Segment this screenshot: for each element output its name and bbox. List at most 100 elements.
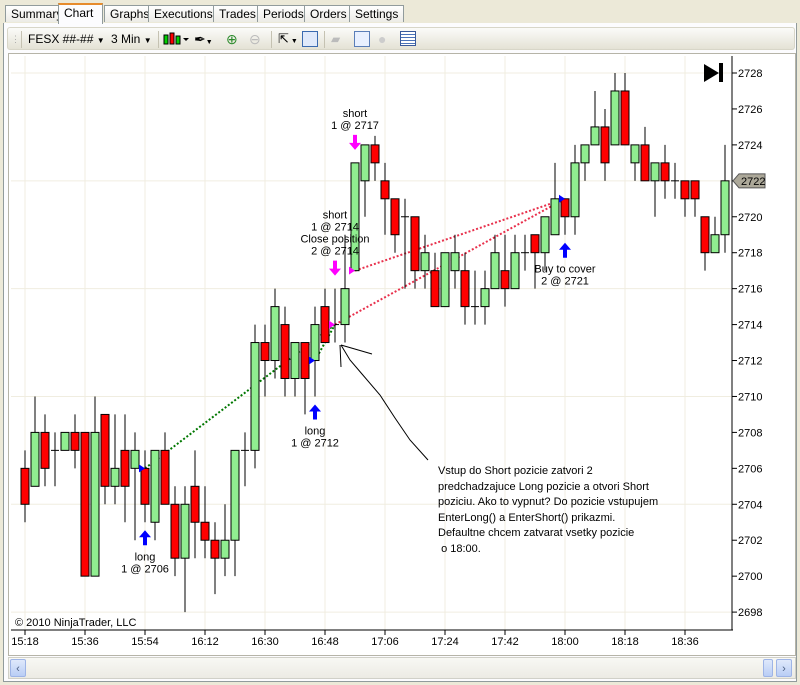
candle-down — [500, 270, 510, 290]
execution-label: 1 @ 2706 — [121, 563, 169, 575]
short-arrow-down-icon — [329, 260, 341, 276]
candle-up — [180, 503, 190, 559]
candle-down — [80, 431, 90, 577]
candle-down — [390, 198, 400, 236]
y-axis-tick-label: 2704 — [738, 499, 762, 511]
candle-down — [620, 90, 630, 146]
y-axis-tick-label: 2708 — [738, 427, 762, 439]
candle-down — [410, 216, 420, 272]
y-axis-tick-label: 2716 — [738, 284, 762, 296]
x-axis-tick-label: 17:42 — [491, 636, 519, 648]
hand-drawn-arrow — [339, 344, 429, 461]
candle-down — [530, 234, 540, 254]
candle-up — [270, 306, 280, 362]
annotation-note-text: Vstup do Short pozicie zatvori 2 predcha… — [438, 465, 659, 555]
candle-up — [230, 449, 240, 541]
candle-up — [110, 467, 120, 487]
candle-up — [90, 431, 100, 577]
scroll-to-end-icon[interactable] — [704, 63, 723, 82]
candle-up — [610, 90, 620, 146]
short-trade-line — [334, 197, 566, 326]
candle-down — [640, 144, 650, 182]
candle-up — [550, 198, 560, 236]
candle-up — [510, 252, 520, 290]
chevron-right-icon: › — [782, 663, 786, 675]
candle-up — [440, 252, 450, 308]
candle-up — [340, 288, 350, 326]
y-axis-tick-label: 2724 — [738, 140, 762, 152]
x-axis-tick-label: 15:36 — [71, 636, 99, 648]
candle-up — [450, 252, 460, 272]
x-axis-tick-label: 16:30 — [251, 636, 279, 648]
y-axis-tick-label: 2714 — [738, 320, 762, 332]
x-axis-tick-label: 18:36 — [671, 636, 699, 648]
candle-up — [30, 431, 40, 487]
x-axis-tick-label: 15:18 — [11, 636, 39, 648]
price-chart[interactable]: 15:18 15:36 15:54 16:12 16:30 16:48 17:06 17:24… — [0, 0, 800, 685]
candle-down — [210, 539, 220, 559]
y-axis-tick-label: 2712 — [738, 356, 762, 368]
candle-up — [720, 180, 730, 236]
candle-down — [20, 467, 30, 505]
candle-up — [630, 144, 640, 164]
long-arrow-up-icon — [559, 242, 571, 258]
execution-label: long — [305, 425, 326, 437]
candle-up — [590, 126, 600, 146]
candle-down — [170, 503, 180, 559]
candle-up — [290, 342, 300, 379]
copyright-text: © 2010 NinjaTrader, LLC — [15, 617, 136, 629]
x-axis-tick-label: 17:24 — [431, 636, 459, 648]
scroll-thumb[interactable] — [763, 659, 773, 677]
long-arrow-up-icon — [309, 404, 321, 420]
candle-down — [320, 306, 330, 344]
horizontal-scrollbar[interactable]: ‹ › — [8, 657, 796, 679]
candle-down — [100, 413, 110, 487]
scroll-right-button[interactable]: › — [776, 659, 792, 677]
candle-up — [250, 342, 260, 451]
x-axis-tick-label: 18:00 — [551, 636, 579, 648]
execution-label: long — [135, 551, 156, 563]
candle-up — [130, 449, 140, 469]
candle-up — [570, 162, 580, 218]
candle-down — [660, 162, 670, 182]
candle-up — [220, 539, 230, 559]
candle-down — [140, 467, 150, 505]
candle-down — [600, 126, 610, 164]
candle-down — [680, 180, 690, 200]
execution-label: 1 @ 2714 — [311, 222, 359, 234]
candle-down — [370, 144, 380, 164]
x-axis-tick-label: 15:54 — [131, 636, 159, 648]
candle-up — [650, 162, 660, 182]
execution-label: short — [343, 108, 367, 120]
execution-label: Buy to cover — [534, 264, 595, 276]
chevron-left-icon: ‹ — [16, 663, 20, 675]
y-axis-tick-label: 2726 — [738, 104, 762, 116]
x-axis-tick-label: 16:12 — [191, 636, 219, 648]
candle-down — [160, 449, 170, 505]
scroll-left-button[interactable]: ‹ — [10, 659, 26, 677]
short-arrow-down-icon — [349, 134, 361, 150]
candle-down — [700, 216, 710, 254]
candle-down — [200, 521, 210, 541]
tab-chart[interactable]: Chart — [58, 3, 103, 24]
y-axis-tick-label: 2718 — [738, 248, 762, 260]
candle-up — [60, 431, 70, 451]
candle-down — [260, 342, 270, 362]
candle-up — [360, 144, 370, 182]
candle-up — [580, 144, 590, 164]
candle-down — [280, 324, 290, 379]
candle-up — [420, 252, 430, 272]
candle-down — [190, 485, 200, 523]
y-axis-tick-label: 2702 — [738, 535, 762, 547]
execution-marker-icon — [329, 320, 335, 329]
execution-label: 2 @ 2721 — [541, 276, 589, 288]
last-price-label: 2722 — [741, 176, 765, 188]
candle-up — [540, 216, 550, 254]
candle-down — [690, 180, 700, 200]
candle-down — [380, 180, 390, 200]
execution-label: 1 @ 2717 — [331, 120, 379, 132]
execution-label: short — [323, 210, 347, 222]
candle-down — [70, 431, 80, 451]
y-axis-tick-label: 2728 — [738, 68, 762, 80]
x-axis-tick-label: 17:06 — [371, 636, 399, 648]
